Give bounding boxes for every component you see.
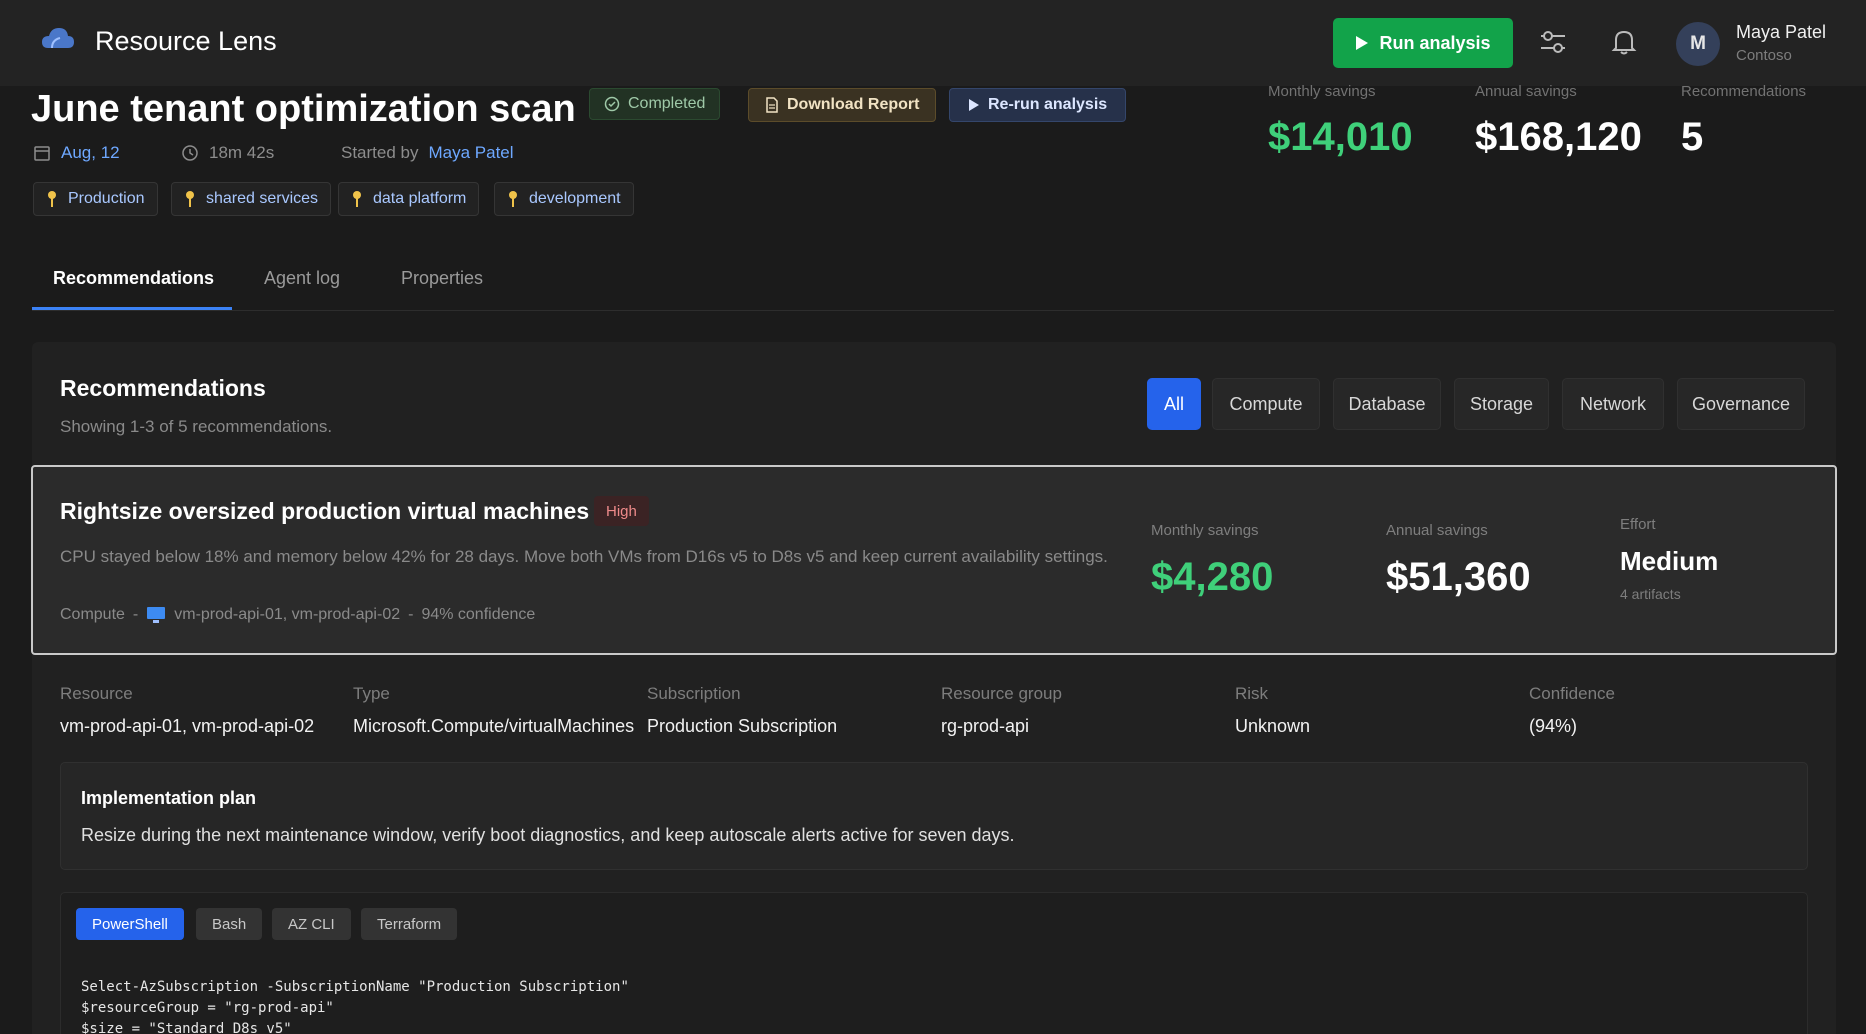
play-icon <box>969 99 979 111</box>
status-label: Completed <box>628 95 706 112</box>
card-effort-label: Effort <box>1620 516 1656 533</box>
filter-compute[interactable]: Compute <box>1212 378 1320 430</box>
detail-risk-value: Unknown <box>1235 716 1311 736</box>
top-bar: Resource Lens Run analysis M Maya Patel … <box>0 0 1866 86</box>
code-line: Select-AzSubscription -SubscriptionName … <box>81 979 629 995</box>
bell-icon[interactable] <box>1608 26 1640 58</box>
code-tab-terraform[interactable]: Terraform <box>361 908 458 940</box>
recommendation-meta: Compute - vm-prod-api-01, vm-prod-api-02… <box>60 606 535 624</box>
recommendations-heading: Recommendations <box>60 375 266 401</box>
card-annual-label: Annual savings <box>1386 522 1488 539</box>
filter-storage[interactable]: Storage <box>1454 378 1549 430</box>
filter-governance[interactable]: Governance <box>1677 378 1805 430</box>
detail-subscription-value: Production Subscription <box>647 716 838 736</box>
kpi-annual-label: Annual savings <box>1475 83 1577 100</box>
sliders-icon[interactable] <box>1537 26 1569 58</box>
scan-duration: 18m 42s <box>181 143 274 163</box>
detail-risk-label: Risk <box>1235 684 1269 703</box>
card-monthly-label: Monthly savings <box>1151 522 1259 539</box>
recommendation-resources: vm-prod-api-01, vm-prod-api-02 <box>174 606 401 623</box>
detail-subscription-label: Subscription <box>647 684 741 703</box>
tag-pin-icon <box>353 191 361 207</box>
tag-label: shared services <box>206 190 319 207</box>
tag-pin-icon <box>186 191 194 207</box>
user-org: Contoso <box>1736 47 1792 64</box>
page-title: June tenant optimization scan <box>31 88 576 130</box>
started-by-user-link[interactable]: Maya Patel <box>429 143 514 163</box>
detail-type-value: Microsoft.Compute/virtualMachines <box>353 716 635 736</box>
tag-development[interactable]: development <box>494 182 634 216</box>
rerun-analysis-label: Re-run analysis <box>988 96 1108 113</box>
code-line: $size = "Standard_D8s_v5" <box>81 1021 292 1034</box>
started-by: Started by Maya Patel <box>341 143 514 163</box>
code-tab-az-cli[interactable]: AZ CLI <box>272 908 351 940</box>
kpi-monthly-value: $14,010 <box>1268 115 1413 159</box>
implementation-plan-box <box>60 762 1808 870</box>
scan-date: Aug, 12 <box>33 143 120 163</box>
check-circle-icon <box>604 96 620 112</box>
priority-badge: High <box>594 496 649 526</box>
tag-production[interactable]: Production <box>33 182 158 216</box>
user-name: Maya Patel <box>1736 22 1827 42</box>
kpi-recommendations-value: 5 <box>1681 115 1704 159</box>
meta-separator: - <box>408 606 414 623</box>
scan-date-value[interactable]: Aug, 12 <box>61 143 120 163</box>
tag-label: development <box>529 190 621 207</box>
tag-shared-services[interactable]: shared services <box>171 182 332 216</box>
tag-pin-icon <box>509 191 517 207</box>
recommendation-confidence: 94% confidence <box>421 606 536 623</box>
app-title: Resource Lens <box>95 26 277 56</box>
card-annual-value: $51,360 <box>1386 555 1531 599</box>
implementation-plan-text: Resize during the next maintenance windo… <box>81 825 1015 845</box>
status-badge: Completed <box>589 88 721 120</box>
detail-resource-group-value: rg-prod-api <box>941 716 1030 736</box>
tab-agent-log[interactable]: Agent log <box>264 268 340 289</box>
download-report-label: Download Report <box>787 96 920 113</box>
kpi-monthly-label: Monthly savings <box>1268 83 1376 100</box>
started-by-prefix: Started by <box>341 143 419 162</box>
tab-properties[interactable]: Properties <box>401 268 483 289</box>
meta-separator: - <box>132 606 139 623</box>
scan-duration-value: 18m 42s <box>209 143 275 162</box>
calendar-icon <box>34 146 50 161</box>
tag-label: data platform <box>373 190 467 207</box>
detail-confidence-label: Confidence <box>1529 684 1616 703</box>
rerun-analysis-button[interactable]: Re-run analysis <box>949 88 1127 122</box>
tab-recommendations[interactable]: Recommendations <box>53 268 214 289</box>
card-effort-value: Medium <box>1620 546 1719 576</box>
implementation-plan-title: Implementation plan <box>81 788 257 808</box>
document-icon <box>766 97 778 113</box>
filter-all[interactable]: All <box>1147 378 1201 430</box>
recommendations-count: Showing 1-3 of 5 recommendations. <box>60 417 333 436</box>
filter-network[interactable]: Network <box>1562 378 1664 430</box>
detail-resource-label: Resource <box>60 684 133 703</box>
recommendation-description: CPU stayed below 18% and memory below 42… <box>60 547 1108 566</box>
play-icon <box>1356 36 1369 50</box>
code-tab-powershell[interactable]: PowerShell <box>76 908 184 940</box>
clock-icon <box>182 145 198 161</box>
tabs-divider <box>32 310 1834 311</box>
filter-database[interactable]: Database <box>1333 378 1441 430</box>
monitor-icon <box>147 607 166 623</box>
card-artifacts: 4 artifacts <box>1620 586 1681 602</box>
tag-pin-icon <box>48 191 56 207</box>
detail-resource-group-label: Resource group <box>941 684 1062 703</box>
card-monthly-value: $4,280 <box>1151 555 1274 599</box>
recommendation-category: Compute <box>60 606 125 623</box>
cloud-logo-icon <box>42 28 74 49</box>
detail-resource-value: vm-prod-api-01, vm-prod-api-02 <box>60 716 315 736</box>
tag-data-platform[interactable]: data platform <box>338 182 480 216</box>
avatar[interactable]: M <box>1676 22 1720 66</box>
recommendation-title: Rightsize oversized production virtual m… <box>60 498 590 524</box>
code-tab-bash[interactable]: Bash <box>196 908 263 940</box>
run-analysis-label: Run analysis <box>1379 32 1491 53</box>
kpi-recommendations-label: Recommendations <box>1681 83 1807 100</box>
tag-label: Production <box>68 190 145 207</box>
detail-confidence-value: (94%) <box>1529 716 1578 736</box>
code-line: $resourceGroup = "rg-prod-api" <box>81 1000 334 1016</box>
run-analysis-button[interactable]: Run analysis <box>1333 18 1513 68</box>
kpi-annual-value: $168,120 <box>1475 115 1642 159</box>
download-report-button[interactable]: Download Report <box>748 88 937 122</box>
detail-type-label: Type <box>353 684 390 703</box>
